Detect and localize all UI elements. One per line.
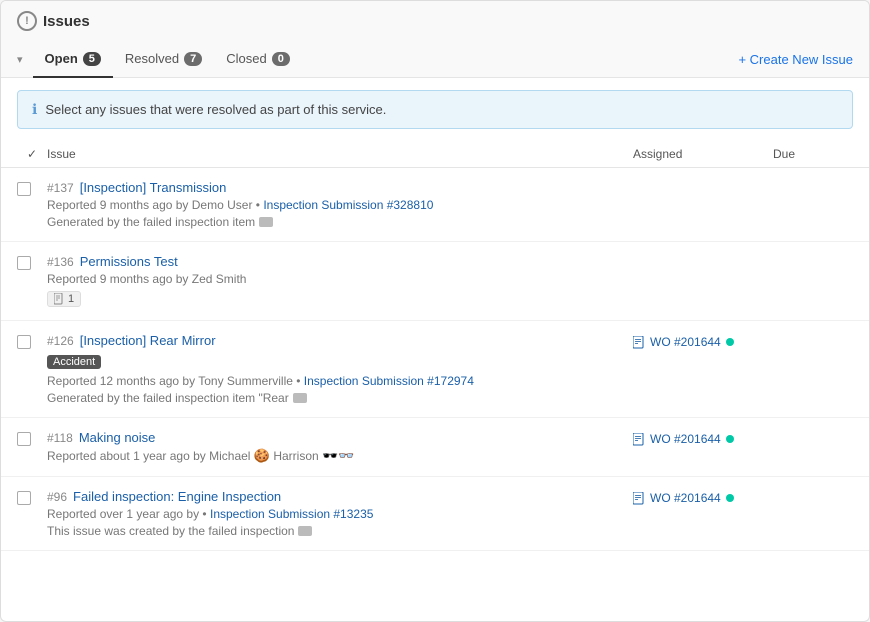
row-126-content: #126 [Inspection] Rear Mirror Accident R… [47, 333, 633, 405]
row-96-due [773, 489, 853, 491]
issue-title-link[interactable]: Permissions Test [80, 254, 178, 269]
select-all-checkbox-header: ✓ [17, 147, 47, 161]
row-126-checkbox[interactable] [17, 333, 47, 349]
row-136-content: #136 Permissions Test Reported 9 months … [47, 254, 633, 308]
tab-open-badge: 5 [83, 52, 101, 66]
issue-title-link[interactable]: [Inspection] Rear Mirror [80, 333, 216, 348]
table-row: #126 [Inspection] Rear Mirror Accident R… [1, 321, 869, 418]
tab-resolved-label: Resolved [125, 51, 179, 66]
row-118-content: #118 Making noise Reported about 1 year … [47, 430, 633, 464]
row-137-assigned [633, 180, 773, 182]
issue-number: #137 [47, 181, 74, 195]
submission-link[interactable]: Inspection Submission #172974 [304, 374, 474, 388]
checkmark-header: ✓ [27, 147, 37, 161]
row-126-number-title: #126 [Inspection] Rear Mirror [47, 333, 633, 348]
tab-closed[interactable]: Closed 0 [214, 41, 302, 78]
col-issue-header: Issue [47, 147, 633, 161]
row-96-checkbox[interactable] [17, 489, 47, 505]
wo-link[interactable]: WO #201644 [633, 491, 734, 505]
row-137-content: #137 [Inspection] Transmission Reported … [47, 180, 633, 229]
issue-title-link[interactable]: Failed inspection: Engine Inspection [73, 489, 281, 504]
col-assigned-header: Assigned [633, 147, 773, 161]
chat-icon [259, 217, 273, 227]
panel-header: ! Issues [1, 1, 869, 41]
table-row: #137 [Inspection] Transmission Reported … [1, 168, 869, 242]
issue-meta: Reported 9 months ago by Zed Smith [47, 272, 633, 286]
tabs-area: ▾ Open 5 Resolved 7 Closed 0 + Create Ne… [1, 41, 869, 78]
table-row: #118 Making noise Reported about 1 year … [1, 418, 869, 477]
accident-badge: Accident [47, 355, 101, 369]
issue-number: #118 [47, 431, 73, 445]
row-96-number-title: #96 Failed inspection: Engine Inspection [47, 489, 633, 504]
document-icon [633, 433, 645, 446]
table-header: ✓ Issue Assigned Due [1, 141, 869, 168]
row-126-due [773, 333, 853, 335]
submission-link[interactable]: Inspection Submission #328810 [263, 198, 433, 212]
row-118-due [773, 430, 853, 432]
info-banner-text: Select any issues that were resolved as … [45, 102, 386, 117]
issue-meta: Reported over 1 year ago by • Inspection… [47, 507, 633, 521]
row-96-content: #96 Failed inspection: Engine Inspection… [47, 489, 633, 538]
issue-sub: This issue was created by the failed ins… [47, 524, 633, 538]
issue-title-link[interactable]: [Inspection] Transmission [80, 180, 227, 195]
active-dot [726, 435, 734, 443]
sunglasses-emoji: 🕶️ [322, 448, 338, 463]
table-row: #136 Permissions Test Reported 9 months … [1, 242, 869, 321]
header-left: ! Issues [17, 11, 853, 31]
row-137-number-title: #137 [Inspection] Transmission [47, 180, 633, 195]
row-118-checkbox[interactable] [17, 430, 47, 446]
issues-panel: ! Issues ▾ Open 5 Resolved 7 Closed 0 + … [0, 0, 870, 622]
issues-icon: ! [17, 11, 37, 31]
row-136-number-title: #136 Permissions Test [47, 254, 633, 269]
page-title: Issues [43, 13, 90, 30]
dropdown-arrow-icon[interactable]: ▾ [17, 53, 23, 66]
row-126-assigned: WO #201644 [633, 333, 773, 349]
row-137-due [773, 180, 853, 182]
row-136-checkbox[interactable] [17, 254, 47, 270]
row-137-checkbox[interactable] [17, 180, 47, 196]
cookie-emoji: 🍪 [254, 448, 270, 463]
document-icon [633, 492, 645, 505]
info-banner: ℹ Select any issues that were resolved a… [17, 90, 853, 129]
tab-resolved-badge: 7 [184, 52, 202, 66]
tab-resolved[interactable]: Resolved 7 [113, 41, 214, 78]
document-icon [633, 336, 645, 349]
glasses-emoji: 👓 [338, 448, 354, 463]
doc-badge: 1 [47, 291, 81, 307]
tab-closed-badge: 0 [272, 52, 290, 66]
issue-number: #96 [47, 490, 67, 504]
issue-sub: Generated by the failed inspection item … [47, 391, 633, 405]
row-136-assigned [633, 254, 773, 256]
issue-title-link[interactable]: Making noise [79, 430, 156, 445]
row-118-assigned: WO #201644 [633, 430, 773, 446]
wo-link[interactable]: WO #201644 [633, 335, 734, 349]
submission-link[interactable]: Inspection Submission #13235 [210, 507, 373, 521]
chat-icon [298, 526, 312, 536]
issue-meta: Reported 12 months ago by Tony Summervil… [47, 374, 633, 388]
issue-meta: Reported 9 months ago by Demo User • Ins… [47, 198, 633, 212]
issue-sub: Generated by the failed inspection item [47, 215, 633, 229]
col-due-header: Due [773, 147, 853, 161]
document-icon [54, 293, 64, 305]
chat-icon [293, 393, 307, 403]
table-row: #96 Failed inspection: Engine Inspection… [1, 477, 869, 551]
issue-number: #126 [47, 334, 74, 348]
wo-link[interactable]: WO #201644 [633, 432, 734, 446]
row-118-number-title: #118 Making noise [47, 430, 633, 445]
active-dot [726, 494, 734, 502]
tab-closed-label: Closed [226, 51, 266, 66]
issue-number: #136 [47, 255, 74, 269]
create-new-issue-button[interactable]: + Create New Issue [738, 42, 853, 77]
tab-open-label: Open [45, 51, 78, 66]
row-96-assigned: WO #201644 [633, 489, 773, 505]
active-dot [726, 338, 734, 346]
tab-open[interactable]: Open 5 [33, 41, 113, 78]
row-136-due [773, 254, 853, 256]
info-icon: ℹ [32, 101, 37, 118]
issue-meta: Reported about 1 year ago by Michael 🍪 H… [47, 448, 633, 464]
